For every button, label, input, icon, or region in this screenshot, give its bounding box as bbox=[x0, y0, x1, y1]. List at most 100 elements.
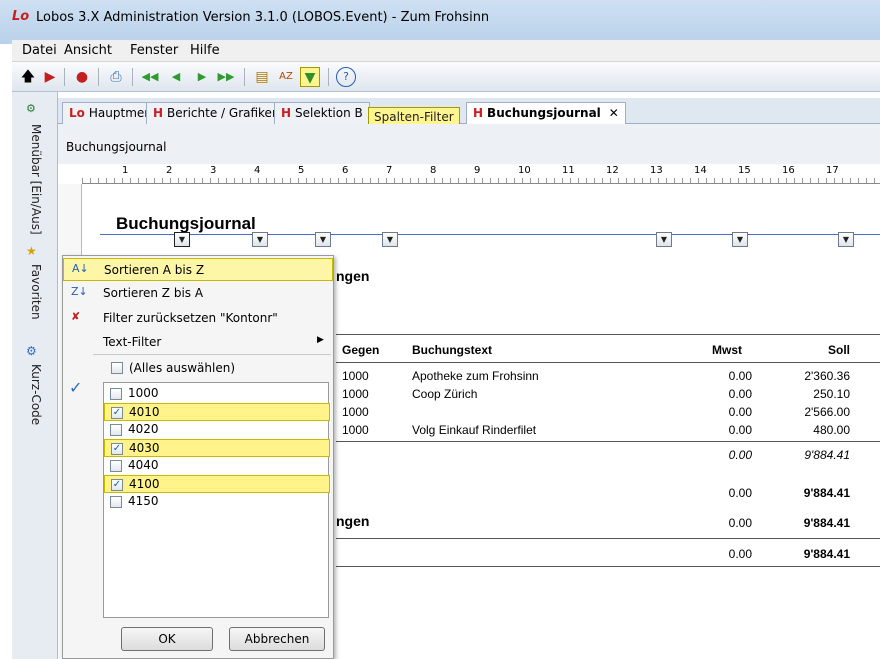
left-sidebar: ⚙ Menübar [Ein/Aus] ★ Favoriten ⚙ Kurz-C… bbox=[12, 92, 58, 659]
cell-mwst: 0.00 bbox=[728, 369, 752, 383]
previous-record-icon[interactable]: ◀ bbox=[166, 67, 186, 87]
column-filter-button[interactable]: ▼ bbox=[838, 232, 854, 247]
subtotal-rule bbox=[336, 441, 880, 442]
cell-mwst: 0.00 bbox=[728, 387, 752, 401]
users-icon[interactable]: ● bbox=[72, 67, 92, 87]
sidebar-tab-kurz-code[interactable]: Kurz-Code bbox=[29, 364, 43, 425]
column-filter-button[interactable]: ▼ bbox=[315, 232, 331, 247]
column-filter-button[interactable]: ▼ bbox=[382, 232, 398, 247]
menu-label: Filter zurücksetzen "Kontonr" bbox=[103, 311, 278, 325]
tab-berichte-grafiken[interactable]: H Berichte / Grafiken bbox=[146, 102, 287, 124]
tab-label: Berichte / Grafiken bbox=[167, 106, 280, 120]
ruler-tick-label: 4 bbox=[254, 165, 261, 176]
help-icon[interactable]: ? bbox=[336, 67, 356, 87]
filter-option[interactable]: 4150 bbox=[108, 493, 326, 511]
menu-fenster[interactable]: Fenster bbox=[130, 43, 178, 58]
filter-option[interactable]: ✓ 4100 bbox=[104, 475, 330, 493]
app-logo: Lo bbox=[12, 9, 30, 24]
toolbar: 🡅 ▶ ● ⎙ ◀◀ ◀ ▶ ▶▶ ▤ AZ ▼ ? bbox=[12, 62, 880, 92]
option-checkbox[interactable]: ✓ bbox=[111, 479, 123, 491]
option-label: 4040 bbox=[128, 458, 159, 472]
tab-label: Selektion B bbox=[295, 106, 363, 120]
filter-option[interactable]: 4040 bbox=[108, 457, 326, 475]
sort-icon[interactable]: AZ bbox=[276, 67, 296, 87]
toolbar-separator bbox=[132, 68, 133, 86]
menu-reset-filter[interactable]: ✘ Filter zurücksetzen "Kontonr" bbox=[63, 307, 333, 330]
ruler-tick-label: 14 bbox=[694, 165, 707, 176]
ok-button[interactable]: OK bbox=[121, 627, 213, 651]
cell-gegen: 1000 bbox=[342, 387, 369, 401]
filter-option[interactable]: ✓ 4010 bbox=[104, 403, 330, 421]
total-soll: 9'884.41 bbox=[803, 516, 850, 530]
document-tab-bar: Lo Hauptmenü H Berichte / Grafiken H Selekt… bbox=[58, 98, 880, 124]
select-all-checkbox[interactable] bbox=[111, 362, 123, 374]
ruler-tick-label: 2 bbox=[166, 165, 173, 176]
menu-separator bbox=[93, 354, 331, 355]
select-all-option[interactable]: (Alles auswählen) bbox=[63, 357, 333, 380]
ruler-tick-label: 5 bbox=[298, 165, 305, 176]
column-header-buchungstext: Buchungstext bbox=[412, 343, 493, 357]
tab-buchungsjournal[interactable]: H Buchungsjournal ✕ bbox=[466, 102, 626, 124]
first-record-icon[interactable]: ◀◀ bbox=[140, 67, 160, 87]
filter-option[interactable]: ✓ 4030 bbox=[104, 439, 330, 457]
menu-text-filter[interactable]: Text-Filter ▶ bbox=[63, 331, 333, 354]
column-filter-button[interactable]: ▼ bbox=[656, 232, 672, 247]
option-checkbox[interactable] bbox=[110, 460, 122, 472]
title-bar: Lo Lobos 3.X Administration Version 3.1.… bbox=[0, 0, 880, 44]
checkmark-icon: ✓ bbox=[69, 378, 83, 397]
close-icon[interactable]: ✕ bbox=[609, 106, 619, 120]
ruler-tick-label: 9 bbox=[474, 165, 481, 176]
grand-total-mwst: 0.00 bbox=[728, 547, 752, 561]
tree-icon: ⚙ bbox=[26, 102, 36, 115]
option-label: 4020 bbox=[128, 422, 159, 436]
toolbar-separator bbox=[328, 68, 329, 86]
cell-soll: 2'566.00 bbox=[804, 405, 850, 419]
last-record-icon[interactable]: ▶▶ bbox=[216, 67, 236, 87]
report-icon[interactable]: ▤ bbox=[252, 67, 272, 87]
option-checkbox[interactable]: ✓ bbox=[111, 443, 123, 455]
menu-label: Text-Filter bbox=[103, 335, 162, 349]
header-rule bbox=[336, 362, 880, 363]
ruler-tick-label: 15 bbox=[738, 165, 751, 176]
cell-gegen: 1000 bbox=[342, 369, 369, 383]
tab-selektion[interactable]: H Selektion B bbox=[274, 102, 370, 124]
cell-mwst: 0.00 bbox=[728, 405, 752, 419]
menu-sort-z-to-a[interactable]: Z↓ Sortieren Z bis A bbox=[63, 282, 333, 305]
ruler-tick-label: 13 bbox=[650, 165, 663, 176]
exit-icon[interactable]: ▶ bbox=[40, 67, 60, 87]
menu-datei[interactable]: Datei bbox=[22, 43, 57, 58]
toolbar-separator bbox=[98, 68, 99, 86]
report-tab-icon: H bbox=[281, 106, 292, 120]
option-checkbox[interactable]: ✓ bbox=[111, 407, 123, 419]
cell-soll: 480.00 bbox=[813, 423, 850, 437]
up-arrow-icon[interactable]: 🡅 bbox=[18, 67, 38, 87]
filter-active-icon[interactable]: ▼ bbox=[174, 232, 190, 247]
cell-mwst: 0.00 bbox=[728, 423, 752, 437]
column-filter-button[interactable]: ▼ bbox=[252, 232, 268, 247]
filter-option[interactable]: 1000 bbox=[108, 385, 326, 403]
menu-bar: Datei Ansicht Fenster Hilfe bbox=[12, 40, 880, 62]
column-filter-dropdown: A↓ Sortieren A bis Z Z↓ Sortieren Z bis … bbox=[62, 255, 334, 659]
menu-hilfe[interactable]: Hilfe bbox=[190, 43, 220, 58]
filter-value-list[interactable]: 1000 ✓ 4010 4020 ✓ 4030 4040 ✓ 4100 4150 bbox=[103, 382, 330, 618]
menu-ansicht[interactable]: Ansicht bbox=[64, 43, 112, 58]
option-label: 4010 bbox=[129, 405, 160, 419]
column-filter-icon[interactable]: ▼ bbox=[300, 67, 320, 87]
option-checkbox[interactable] bbox=[110, 496, 122, 508]
column-filter-button[interactable]: ▼ bbox=[732, 232, 748, 247]
next-record-icon[interactable]: ▶ bbox=[192, 67, 212, 87]
filter-option[interactable]: 4020 bbox=[108, 421, 326, 439]
sort-ascending-icon: A↓ bbox=[72, 262, 89, 275]
print-icon[interactable]: ⎙ bbox=[106, 67, 126, 87]
menu-sort-a-to-z[interactable]: A↓ Sortieren A bis Z bbox=[63, 258, 333, 281]
sidebar-tab-favoriten[interactable]: Favoriten bbox=[29, 264, 43, 320]
ruler-tick-label: 12 bbox=[606, 165, 619, 176]
option-checkbox[interactable] bbox=[110, 388, 122, 400]
sidebar-tab-menubar[interactable]: Menübar [Ein/Aus] bbox=[29, 124, 43, 235]
clear-filter-icon: ✘ bbox=[71, 310, 81, 323]
option-checkbox[interactable] bbox=[110, 424, 122, 436]
cell-text: Coop Zürich bbox=[412, 387, 478, 401]
ruler-tick-label: 6 bbox=[342, 165, 349, 176]
cancel-button[interactable]: Abbrechen bbox=[229, 627, 325, 651]
gear-icon: ⚙ bbox=[26, 344, 37, 358]
